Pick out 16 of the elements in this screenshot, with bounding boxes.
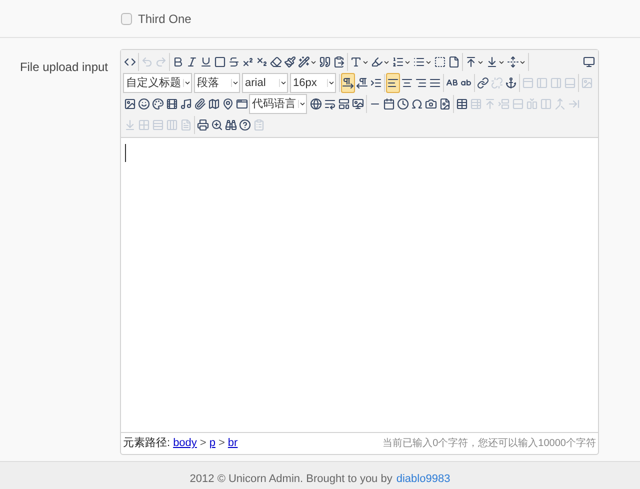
path-link[interactable]: body [173, 435, 197, 452]
word-count: 当前已输入0个字符，您还可以输入10000个字符 [382, 436, 596, 451]
footer-text: 2012 © Unicorn Admin. Brought to you by [190, 472, 392, 486]
checkbox-label: Third One [138, 10, 192, 28]
path-link[interactable]: p [209, 435, 216, 452]
toolbar-select[interactable]: arial [242, 73, 288, 93]
path-link[interactable]: br [228, 435, 238, 452]
footer-link[interactable]: diablo9983 [396, 470, 450, 487]
path-separator: > [218, 436, 225, 452]
toolbar-select[interactable]: 16px [290, 73, 336, 93]
toolbar-select[interactable]: 代码语言 [249, 94, 307, 114]
toolbar-select[interactable]: 自定义标题 [123, 73, 192, 93]
element-path-label: 元素路径: [123, 436, 170, 452]
field-label: File upload input [20, 60, 108, 74]
toolbar-select[interactable]: 段落 [194, 73, 240, 93]
path-separator: > [200, 436, 206, 452]
